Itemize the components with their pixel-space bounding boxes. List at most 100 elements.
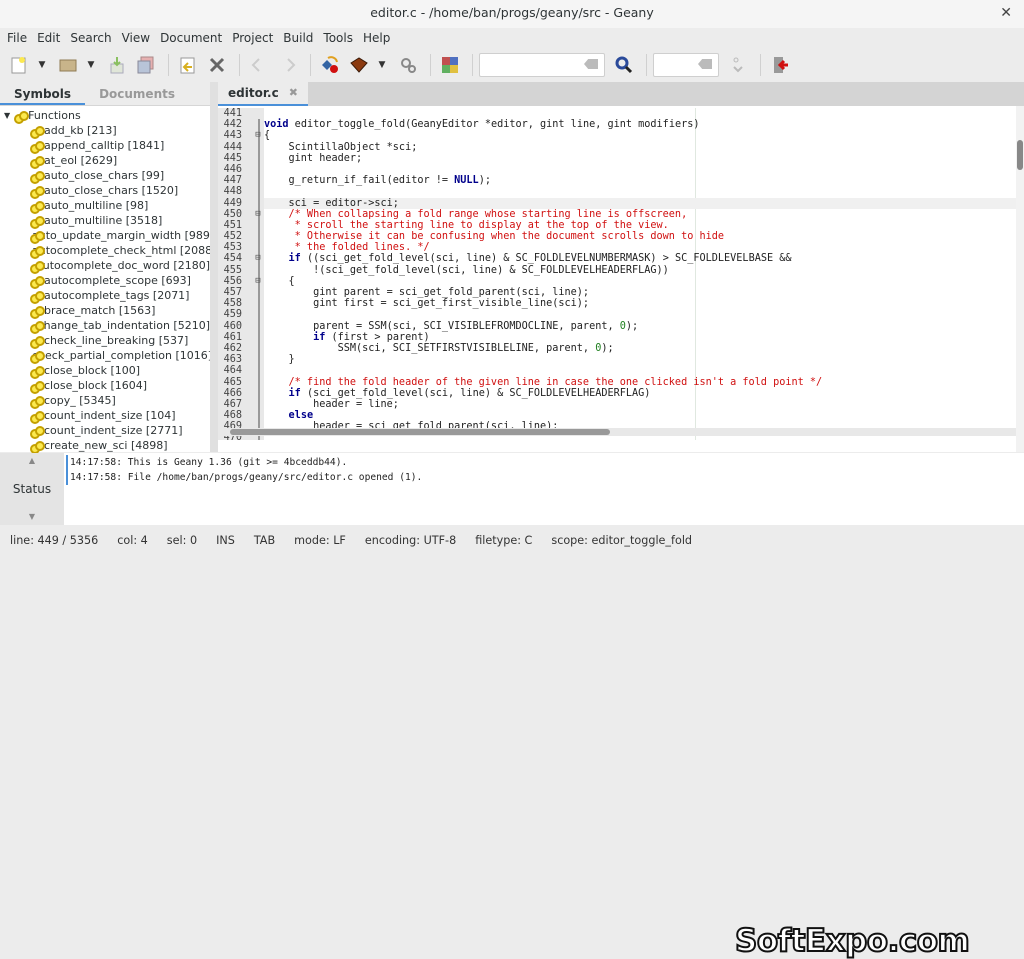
- fold-marker-icon[interactable]: [252, 354, 264, 365]
- fold-marker-icon[interactable]: [252, 309, 264, 320]
- close-file-button[interactable]: [204, 53, 230, 77]
- fold-marker-icon[interactable]: [252, 242, 264, 253]
- fold-marker-icon[interactable]: [252, 175, 264, 186]
- symbol-item[interactable]: check_line_breaking [537]: [0, 333, 210, 349]
- fold-marker-icon[interactable]: [252, 198, 264, 209]
- clear-goto-icon[interactable]: [698, 59, 712, 69]
- symbol-item[interactable]: append_calltip [1841]: [0, 138, 210, 154]
- menu-file[interactable]: File: [2, 28, 32, 48]
- build-dropdown[interactable]: ▼: [375, 60, 389, 70]
- fold-marker-icon[interactable]: [252, 343, 264, 354]
- menu-build[interactable]: Build: [278, 28, 318, 48]
- save-button[interactable]: [104, 53, 130, 77]
- fold-marker-icon[interactable]: [252, 142, 264, 153]
- fold-marker-icon[interactable]: [252, 399, 264, 410]
- tab-status[interactable]: Status: [0, 469, 64, 509]
- fold-marker-icon[interactable]: ⊟: [252, 130, 264, 141]
- quit-button[interactable]: [767, 53, 793, 77]
- symbol-item[interactable]: auto_multiline [98]: [0, 198, 210, 214]
- tab-symbols[interactable]: Symbols: [0, 82, 86, 105]
- fold-marker-icon[interactable]: ⊟: [252, 276, 264, 287]
- menu-edit[interactable]: Edit: [32, 28, 65, 48]
- fold-marker-icon[interactable]: [252, 220, 264, 231]
- navigate-back-button[interactable]: [246, 53, 272, 77]
- symbol-item[interactable]: autocomplete_doc_word [2180]: [0, 258, 210, 274]
- search-button[interactable]: [611, 53, 637, 77]
- code-text: gint parent = sci_get_fold_parent(sci, l…: [264, 287, 589, 298]
- tab-close-icon[interactable]: ✖: [289, 82, 298, 104]
- menu-search[interactable]: Search: [65, 28, 116, 48]
- tab-editor-c[interactable]: editor.c ✖: [218, 82, 308, 106]
- symbol-item[interactable]: check_partial_completion [1016]: [0, 348, 212, 364]
- symbol-item[interactable]: close_block [100]: [0, 363, 210, 379]
- new-file-dropdown[interactable]: ▼: [35, 60, 49, 70]
- symbol-item[interactable]: at_eol [2629]: [0, 153, 210, 169]
- goto-line-input[interactable]: [653, 53, 719, 77]
- pane-splitter[interactable]: [210, 82, 218, 452]
- symbol-item[interactable]: auto_close_chars [99]: [0, 168, 210, 184]
- revert-button[interactable]: [175, 53, 201, 77]
- symbol-item[interactable]: count_indent_size [104]: [0, 408, 210, 424]
- fold-marker-icon[interactable]: [252, 321, 264, 332]
- clear-search-icon[interactable]: [584, 59, 598, 69]
- symbol-item[interactable]: autocomplete_scope [693]: [0, 273, 210, 289]
- menu-project[interactable]: Project: [227, 28, 278, 48]
- tab-documents[interactable]: Documents: [85, 82, 189, 105]
- fold-marker-icon[interactable]: [252, 231, 264, 242]
- fold-marker-icon[interactable]: [252, 153, 264, 164]
- symbol-item[interactable]: copy_ [5345]: [0, 393, 210, 409]
- menu-view[interactable]: View: [117, 28, 155, 48]
- new-file-button[interactable]: [6, 53, 32, 77]
- fold-marker-icon[interactable]: [252, 365, 264, 376]
- scroll-down-icon[interactable]: ▼: [0, 509, 64, 525]
- fold-marker-icon[interactable]: [252, 388, 264, 399]
- goto-line-button[interactable]: [725, 53, 751, 77]
- fold-marker-icon[interactable]: [252, 119, 264, 130]
- scroll-up-icon[interactable]: ▲: [0, 453, 64, 469]
- tree-node-functions[interactable]: ▼ Functions: [0, 108, 210, 124]
- save-all-button[interactable]: [133, 53, 159, 77]
- compile-button[interactable]: [317, 53, 343, 77]
- color-chooser-button[interactable]: [437, 53, 463, 77]
- open-file-button[interactable]: [55, 53, 81, 77]
- execute-button[interactable]: [395, 53, 421, 77]
- close-window-button[interactable]: ✕: [1000, 0, 1012, 26]
- code-editor[interactable]: 441 442 void editor_toggle_fold(GeanyEdito…: [218, 108, 1016, 440]
- menu-document[interactable]: Document: [155, 28, 227, 48]
- symbol-item[interactable]: close_block [1604]: [0, 378, 210, 394]
- code-token: ScintillaObject *sci;: [264, 141, 418, 153]
- fold-marker-icon[interactable]: [252, 186, 264, 197]
- symbol-item[interactable]: auto_multiline [3518]: [0, 213, 210, 229]
- menu-help[interactable]: Help: [358, 28, 395, 48]
- symbol-item[interactable]: autocomplete_tags [2071]: [0, 288, 210, 304]
- fold-marker-icon[interactable]: [252, 410, 264, 421]
- fold-marker-icon[interactable]: ⊟: [252, 209, 264, 220]
- navigate-forward-button[interactable]: [275, 53, 301, 77]
- symbol-item[interactable]: change_tab_indentation [5210]: [0, 318, 210, 334]
- fold-marker-icon[interactable]: [252, 164, 264, 175]
- vertical-scroll-thumb[interactable]: [1017, 140, 1023, 170]
- horizontal-scrollbar[interactable]: [218, 428, 1016, 436]
- fold-marker-icon[interactable]: [252, 332, 264, 343]
- open-file-dropdown[interactable]: ▼: [84, 60, 98, 70]
- fold-marker-icon[interactable]: [252, 108, 264, 119]
- expander-icon[interactable]: ▼: [4, 108, 10, 123]
- fold-marker-icon[interactable]: [252, 298, 264, 309]
- fold-marker-icon[interactable]: ⊟: [252, 253, 264, 264]
- horizontal-scroll-thumb[interactable]: [230, 429, 610, 435]
- build-button[interactable]: [346, 53, 372, 77]
- fold-marker-icon[interactable]: [252, 265, 264, 276]
- symbol-item[interactable]: auto_update_margin_width [989]: [0, 228, 214, 244]
- symbol-item[interactable]: auto_close_chars [1520]: [0, 183, 210, 199]
- fold-marker-icon[interactable]: [252, 377, 264, 388]
- symbol-item[interactable]: autocomplete_check_html [2088]: [0, 243, 216, 259]
- symbol-item[interactable]: count_indent_size [2771]: [0, 423, 210, 439]
- symbol-item[interactable]: add_kb [213]: [0, 123, 210, 139]
- search-input[interactable]: [479, 53, 605, 77]
- fold-marker-icon[interactable]: [252, 287, 264, 298]
- vertical-scrollbar[interactable]: [1016, 106, 1024, 452]
- symbol-item[interactable]: brace_match [1563]: [0, 303, 210, 319]
- symbol-item[interactable]: create_new_sci [4898]: [0, 438, 210, 454]
- menu-tools[interactable]: Tools: [318, 28, 358, 48]
- code-text: else: [264, 410, 314, 421]
